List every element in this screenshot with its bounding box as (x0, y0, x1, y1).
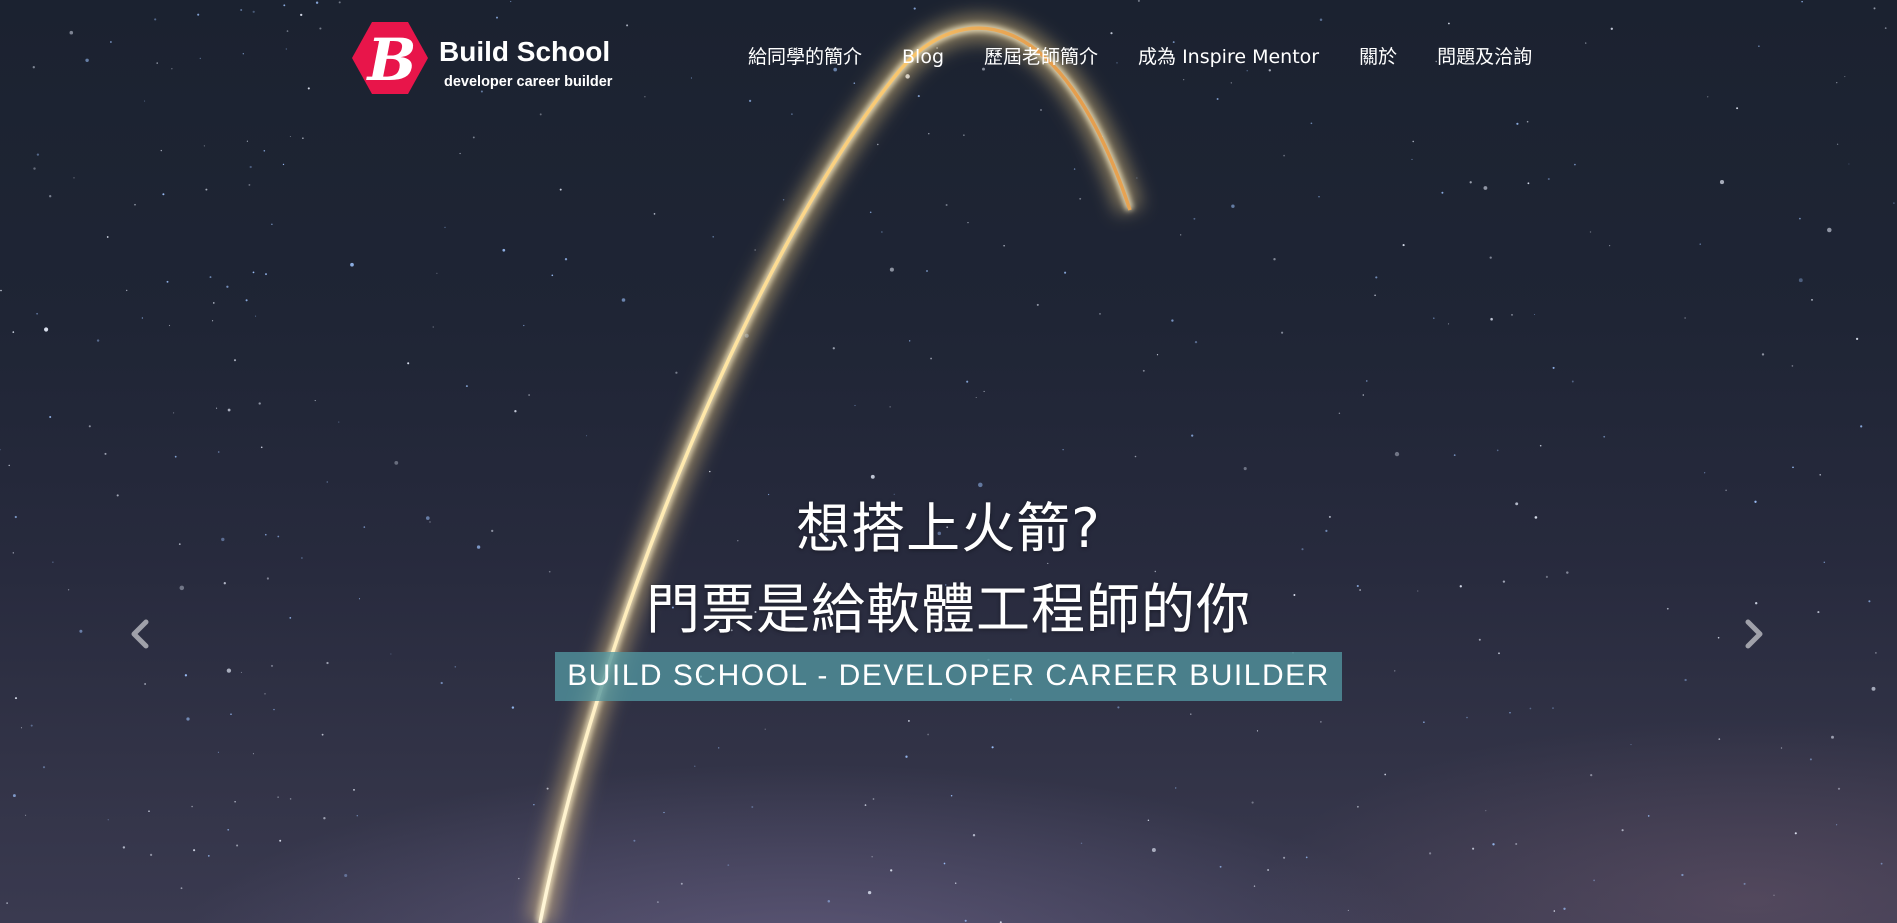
nav-link-student-intro[interactable]: 給同學的簡介 (748, 46, 862, 68)
nav-item-mentor: 成為 Inspire Mentor (1138, 44, 1319, 70)
nav-link-about[interactable]: 關於 (1359, 46, 1397, 68)
brand-home-link[interactable]: B Build School developer career builder (352, 20, 612, 96)
hero-background-image (0, 0, 1895, 923)
brand-logo-icon: B (352, 22, 428, 94)
chevron-left-icon (131, 619, 149, 649)
carousel-prev-button[interactable] (120, 612, 160, 656)
carousel-next-button[interactable] (1734, 612, 1774, 656)
nav-menu: 給同學的簡介 Blog 歷屆老師簡介 成為 Inspire Mentor 關於 … (748, 44, 1532, 70)
nav-link-mentor[interactable]: 成為 Inspire Mentor (1138, 46, 1319, 68)
hero-headline: 想搭上火箭? (796, 497, 1101, 560)
nav-link-contact[interactable]: 問題及洽詢 (1437, 46, 1532, 68)
brand-subtitle: developer career builder (444, 74, 613, 90)
brand-logo-letter: B (365, 26, 416, 94)
brand-title: Build School (439, 36, 611, 67)
nav-item-contact: 問題及洽詢 (1437, 44, 1532, 70)
navbar: B Build School developer career builder … (0, 0, 1897, 115)
hero-tagline-badge: BUILD SCHOOL - DEVELOPER CAREER BUILDER (555, 652, 1342, 701)
hero-carousel: B Build School developer career builder … (0, 0, 1897, 923)
nav-item-about: 關於 (1359, 44, 1397, 70)
nav-link-blog[interactable]: Blog (902, 46, 944, 68)
nav-item-teachers: 歷屆老師簡介 (984, 44, 1098, 70)
hero-subheadline: 門票是給軟體工程師的你 (646, 578, 1251, 641)
nav-link-teachers[interactable]: 歷屆老師簡介 (984, 46, 1098, 68)
hero-caption: 想搭上火箭? 門票是給軟體工程師的你 BUILD SCHOOL - DEVELO… (0, 490, 1897, 701)
nav-item-blog: Blog (902, 44, 944, 70)
chevron-right-icon (1745, 619, 1763, 649)
nav-item-student-intro: 給同學的簡介 (748, 44, 862, 70)
